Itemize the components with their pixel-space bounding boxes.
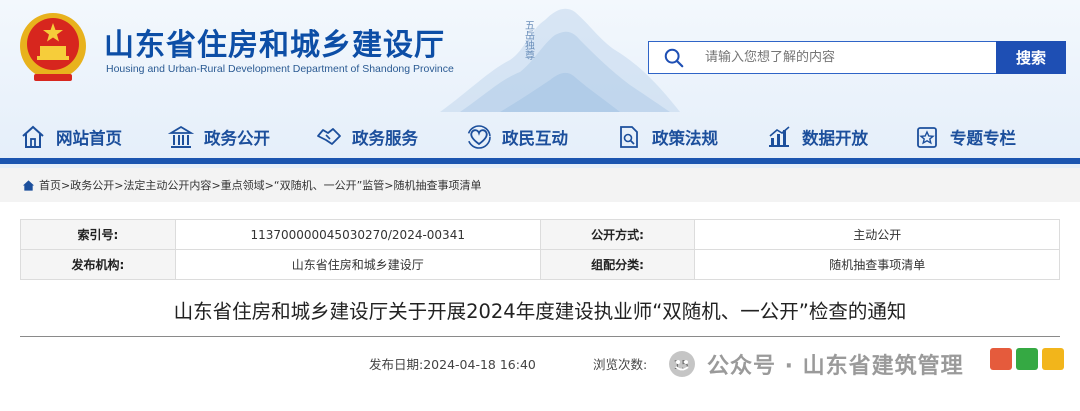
breadcrumb-item-gov-affairs[interactable]: 政务公开: [70, 177, 114, 193]
breadcrumb-item-checklist[interactable]: 随机抽查事项清单: [394, 177, 482, 193]
table-row: 发布机构: 山东省住房和城乡建设厅 组配分类: 随机抽查事项清单: [20, 249, 1060, 280]
qzone-share-icon[interactable]: [1042, 348, 1064, 370]
article-title: 山东省住房和城乡建设厅关于开展2024年度建设执业师“双随机、一公开”检查的通知: [173, 300, 907, 323]
title-divider: [20, 336, 1060, 337]
publish-date-label: 发布日期:: [369, 357, 424, 372]
mountain-inscription: 五岳独尊: [523, 20, 535, 61]
nav-item-home[interactable]: 网站首页: [20, 118, 122, 156]
breadcrumb-separator: >: [211, 178, 221, 192]
wechat-share-icon[interactable]: [1016, 348, 1038, 370]
watermark-text: 公众号 · 山东省建筑管理: [707, 354, 964, 379]
nav-item-label: 政务公开: [204, 129, 270, 148]
open-method-label: 公开方式:: [539, 219, 696, 250]
nav-item-label: 政务服务: [352, 129, 418, 148]
publish-date-value: 2024-04-18 16:40: [423, 357, 536, 372]
breadcrumb: 首页 > 政务公开 > 法定主动公开内容 > 重点领域 > “双随机、一公开”监…: [22, 177, 482, 193]
search-button[interactable]: 搜索: [996, 41, 1066, 74]
watermark: 公众号 · 山东省建筑管理: [667, 348, 964, 380]
index-value: 113700000045030270/2024-00341: [174, 219, 541, 250]
search-box: [648, 41, 996, 74]
nav-item-label: 数据开放: [802, 129, 868, 148]
site-title[interactable]: 山东省住房和城乡建设厅: [104, 20, 445, 64]
publish-date: 发布日期:2024-04-18 16:40: [369, 354, 536, 373]
publisher-value: 山东省住房和城乡建设厅: [174, 249, 541, 280]
info-table: 索引号: 113700000045030270/2024-00341 公开方式:…: [20, 219, 1060, 280]
breadcrumb-item-statutory[interactable]: 法定主动公开内容: [123, 177, 211, 193]
nav-item-label: 专题专栏: [950, 129, 1016, 148]
breadcrumb-item-home[interactable]: 首页: [39, 177, 61, 193]
breadcrumb-item-key-areas[interactable]: 重点领域: [221, 177, 265, 193]
main-nav: 网站首页 政务公开 政务服务 政民互动 政策法规 数据开放 专题专栏: [0, 118, 1080, 156]
nav-item-gov-service[interactable]: 政务服务: [316, 118, 418, 156]
home-icon: [22, 179, 35, 191]
building-icon: [168, 125, 194, 148]
nav-item-label: 政策法规: [652, 129, 718, 148]
publisher-label: 发布机构:: [20, 249, 176, 280]
nav-item-policy[interactable]: 政策法规: [616, 118, 718, 156]
nav-item-label: 政民互动: [502, 129, 568, 148]
nav-item-interaction[interactable]: 政民互动: [466, 118, 568, 156]
index-label: 索引号:: [20, 219, 176, 250]
nav-item-open-data[interactable]: 数据开放: [766, 118, 868, 156]
heart-hands-icon: [467, 125, 491, 149]
star-badge-icon: [917, 127, 937, 148]
table-row: 索引号: 113700000045030270/2024-00341 公开方式:…: [20, 219, 1060, 250]
breadcrumb-bar: 首页 > 政务公开 > 法定主动公开内容 > 重点领域 > “双随机、一公开”监…: [0, 168, 1080, 202]
breadcrumb-item-supervision[interactable]: “双随机、一公开”监管: [274, 177, 384, 193]
wechat-official-account-icon: [669, 351, 695, 377]
national-emblem-icon: [20, 13, 86, 81]
chart-icon: [769, 126, 790, 147]
breadcrumb-separator: >: [384, 178, 394, 192]
handshake-icon: [317, 128, 341, 145]
breadcrumb-separator: >: [61, 178, 71, 192]
breadcrumb-separator: >: [114, 178, 124, 192]
nav-item-special[interactable]: 专题专栏: [914, 118, 1016, 156]
view-count-label: 浏览次数:: [593, 357, 648, 372]
nav-underline-bar: [0, 158, 1080, 164]
search-input[interactable]: [705, 50, 985, 65]
document-icon: [620, 126, 638, 148]
open-method-value: 主动公开: [694, 219, 1060, 250]
category-value: 随机抽查事项清单: [694, 249, 1060, 280]
breadcrumb-separator: >: [264, 178, 274, 192]
category-label: 组配分类:: [539, 249, 696, 280]
nav-item-label: 网站首页: [56, 129, 122, 148]
mountain-illustration: 五岳独尊: [440, 8, 680, 112]
weibo-share-icon[interactable]: [990, 348, 1012, 370]
site-subtitle: Housing and Urban-Rural Development Depa…: [106, 63, 454, 75]
home-icon: [22, 125, 44, 148]
nav-item-gov-affairs[interactable]: 政务公开: [168, 118, 270, 156]
search-icon: [664, 48, 684, 67]
site-header: 五岳独尊 山东省住房和城乡建设厅 Housing and Urban-Rural…: [0, 0, 1080, 168]
